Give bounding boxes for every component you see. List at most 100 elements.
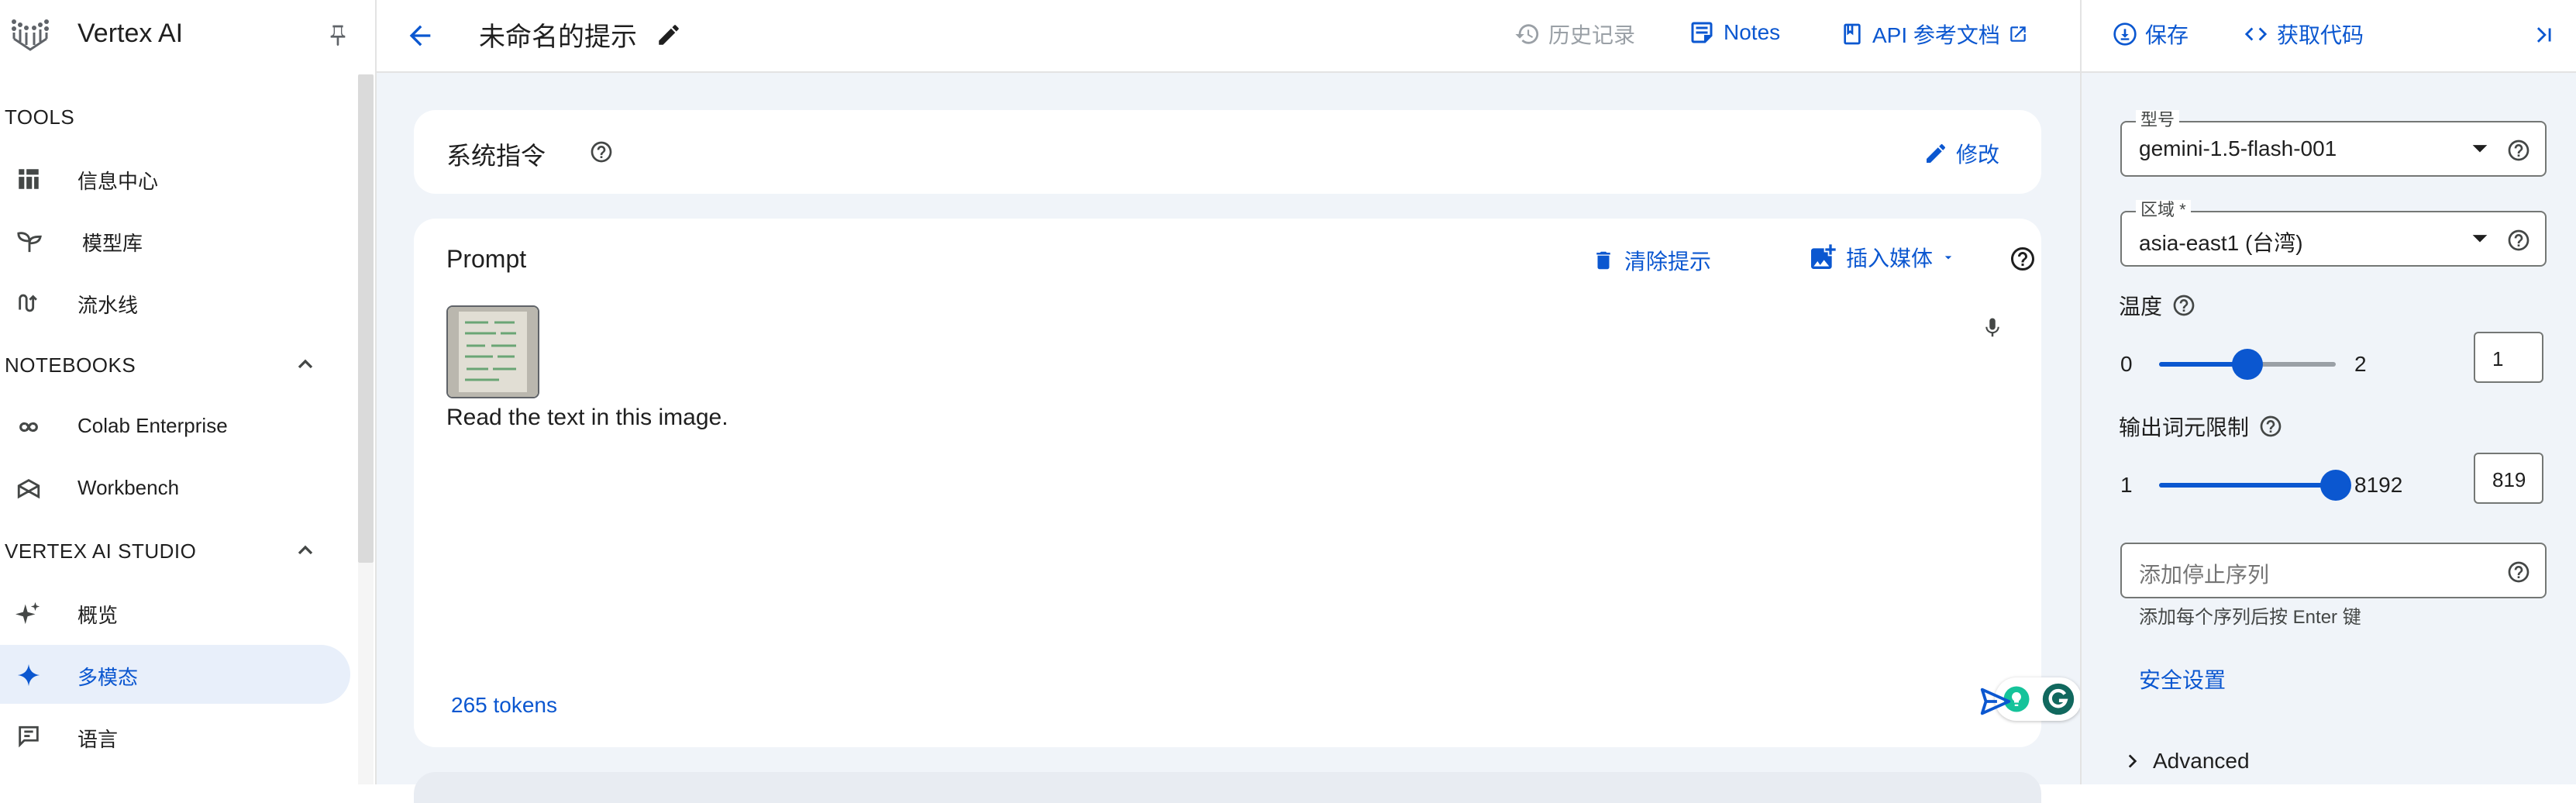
save-label: 保存: [2145, 23, 2189, 47]
get-code-button[interactable]: 获取代码: [2243, 19, 2364, 50]
sidebar-scrollbar-track[interactable]: [358, 563, 374, 784]
output-limit-label: 输出词元限制: [2119, 415, 2250, 439]
chevron-up-icon[interactable]: [293, 352, 318, 377]
slider-thumb[interactable]: [2232, 349, 2263, 380]
system-instructions-title: 系统指令: [446, 142, 546, 170]
output-limit-input[interactable]: 819: [2474, 453, 2543, 504]
model-garden-icon: [15, 228, 43, 254]
token-count: 265 tokens: [451, 693, 557, 717]
region-select[interactable]: 区域 * asia-east1 (台湾): [2120, 200, 2547, 267]
collapse-panel-icon[interactable]: [2531, 22, 2557, 48]
history-button[interactable]: 历史记录: [1514, 19, 1635, 50]
sidebar-item-colab[interactable]: Colab Enterprise: [0, 397, 350, 456]
temperature-max: 2: [2354, 352, 2367, 376]
save-icon: [2113, 22, 2137, 47]
colab-icon: [15, 414, 42, 440]
slider-thumb[interactable]: [2320, 470, 2351, 501]
output-limit-max: 8192: [2354, 473, 2403, 497]
run-settings-header: 保存 获取代码: [2082, 0, 2576, 73]
prompt-label: Prompt: [446, 245, 527, 273]
sidebar-item-label: Colab Enterprise: [77, 414, 228, 437]
advanced-toggle[interactable]: Advanced: [2122, 749, 2250, 774]
sidebar-item-pipelines[interactable]: 流水线: [0, 273, 350, 332]
stop-sequence-placeholder: 添加停止序列: [2139, 563, 2270, 587]
temperature-input[interactable]: 1: [2474, 332, 2543, 383]
sidebar-section-notebooks: NOTEBOOKS: [5, 353, 136, 377]
dashboard-icon: [15, 166, 42, 192]
api-docs-link[interactable]: API 参考文档: [1840, 19, 2028, 50]
microphone-icon[interactable]: [1981, 315, 2004, 341]
get-code-label: 获取代码: [2277, 23, 2364, 47]
sidebar-section-tools: TOOLS: [5, 105, 75, 129]
sidebar-item-label: 语言: [77, 728, 119, 751]
history-icon: [1514, 21, 1541, 47]
run-settings-panel: 保存 获取代码 型号 gemini-1.5-flash-001 区域 * asi…: [2080, 0, 2576, 784]
sidebar-item-label: 概览: [77, 604, 119, 627]
sidebar-item-model-garden[interactable]: 模型库: [0, 211, 350, 270]
notes-button[interactable]: Notes: [1688, 19, 1780, 47]
notes-label: Notes: [1724, 20, 1781, 44]
trash-icon: [1592, 247, 1615, 274]
insert-media-button[interactable]: 插入媒体: [1807, 242, 1956, 273]
back-arrow-icon[interactable]: [405, 20, 436, 51]
help-icon[interactable]: [2171, 293, 2196, 318]
clear-prompt-label: 清除提示: [1624, 250, 1712, 274]
caret-down-icon: [1941, 250, 1956, 265]
grammarly-icon[interactable]: [2041, 682, 2075, 716]
model-label: 型号: [2136, 110, 2180, 130]
prompt-text-input[interactable]: Read the text in this image.: [446, 405, 728, 431]
sidebar-item-language[interactable]: 语言: [0, 707, 350, 766]
temperature-slider[interactable]: [2159, 341, 2336, 388]
language-icon: [15, 724, 42, 750]
history-label: 历史记录: [1548, 23, 1636, 47]
region-value: asia-east1 (台湾): [2139, 231, 2303, 255]
help-icon[interactable]: [589, 140, 614, 164]
add-photo-icon: [1807, 242, 1838, 273]
sidebar-item-label: 模型库: [82, 232, 143, 255]
save-button[interactable]: 保存: [2113, 19, 2189, 50]
clear-prompt-button[interactable]: 清除提示: [1592, 245, 1711, 276]
sidebar-section-vertex-ai-studio: VERTEX AI STUDIO: [5, 539, 197, 563]
sidebar: Vertex AI TOOLS 信息中心 模型库 流水线 NOTEBOOKS C…: [0, 0, 377, 784]
edit-pencil-icon[interactable]: [656, 22, 682, 48]
model-select[interactable]: 型号 gemini-1.5-flash-001: [2120, 110, 2547, 177]
temperature-label: 温度: [2119, 295, 2163, 319]
top-bar: 未命名的提示 历史记录 Notes API 参考文档: [377, 0, 2080, 73]
api-docs-label: API 参考文档: [1872, 23, 2000, 47]
pipelines-icon: [15, 290, 42, 316]
output-limit-slider[interactable]: [2159, 462, 2351, 508]
help-icon[interactable]: [2506, 560, 2531, 584]
edit-system-instructions-button[interactable]: 修改: [1923, 138, 1999, 169]
output-limit-heading: 输出词元限制: [2119, 411, 2283, 442]
sidebar-item-multimodal[interactable]: 多模态: [0, 645, 350, 704]
help-icon[interactable]: [2506, 228, 2531, 253]
vertex-ai-logo-icon: [11, 17, 50, 53]
open-in-new-icon: [2008, 24, 2028, 44]
chevron-up-icon[interactable]: [293, 538, 318, 563]
attached-image-thumbnail[interactable]: [446, 305, 539, 398]
send-icon[interactable]: [1978, 684, 2013, 719]
prompt-card: Prompt 清除提示 插入媒体 Read the text in this i…: [414, 219, 2082, 747]
sidebar-item-overview[interactable]: 概览: [0, 583, 350, 642]
advanced-label: Advanced: [2153, 749, 2250, 773]
book-icon: [1840, 20, 1865, 48]
workbench-icon: [15, 476, 42, 502]
help-icon[interactable]: [2258, 414, 2283, 439]
edit-label: 修改: [1955, 143, 1999, 167]
sidebar-item-workbench[interactable]: Workbench: [0, 459, 350, 518]
sidebar-item-dashboard[interactable]: 信息中心: [0, 149, 350, 208]
run-settings-body: 型号 gemini-1.5-flash-001 区域 * asia-east1 …: [2082, 73, 2576, 784]
app-title: Vertex AI: [77, 19, 184, 48]
sidebar-scrollbar[interactable]: [358, 74, 374, 563]
model-value: gemini-1.5-flash-001: [2139, 136, 2337, 160]
stop-sequence-input[interactable]: 添加停止序列: [2120, 543, 2547, 598]
help-filled-icon[interactable]: [2009, 245, 2037, 273]
help-icon[interactable]: [2506, 138, 2531, 163]
slider-fill: [2159, 483, 2336, 488]
stop-sequence-hint: 添加每个序列后按 Enter 键: [2139, 607, 2361, 628]
sidebar-item-label: 流水线: [77, 294, 139, 317]
system-instructions-card: 系统指令 修改: [414, 110, 2041, 194]
safety-settings-link[interactable]: 安全设置: [2139, 663, 2226, 694]
pin-icon[interactable]: [325, 22, 350, 50]
prompt-title[interactable]: 未命名的提示: [479, 16, 637, 53]
